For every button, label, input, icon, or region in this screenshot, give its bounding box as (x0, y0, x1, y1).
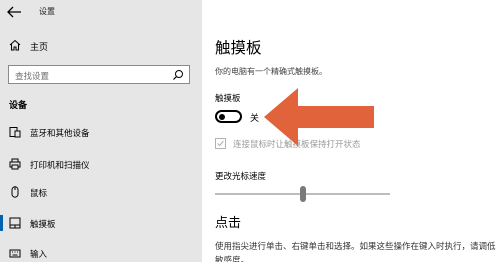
sidebar-item-label: 蓝牙和其他设备 (30, 129, 90, 139)
mouse-icon (11, 186, 19, 198)
sidebar-item-label: 触摸板 (30, 220, 56, 230)
search-input[interactable]: 查找设置 (8, 65, 190, 84)
click-section-description: 使用指尖进行单击、右键单击和选择。如果这些操作在键入时执行，请调低敏感度。 (215, 242, 496, 262)
search-icon[interactable] (172, 69, 184, 81)
sidebar-item-label: 输入 (30, 250, 48, 260)
sidebar-item-typing[interactable]: 输入 (0, 242, 202, 262)
page-subtitle: 你的电脑有一个精确式触摸板。 (215, 67, 327, 76)
keyboard-icon (9, 249, 21, 258)
sidebar-item-bluetooth[interactable]: 蓝牙和其他设备 (0, 121, 202, 143)
touchpad-icon (9, 217, 21, 229)
touchpad-toggle[interactable] (215, 110, 242, 123)
nav-home-label: 主页 (30, 43, 49, 53)
title-bar: 设置 (0, 0, 202, 24)
home-icon (9, 39, 21, 51)
sidebar-item-label: 鼠标 (30, 189, 48, 199)
cursor-speed-slider[interactable] (215, 186, 390, 202)
slider-thumb[interactable] (300, 186, 306, 202)
printer-icon (9, 158, 21, 170)
sidebar-item-touchpad[interactable]: 触摸板 (0, 212, 202, 234)
sidebar-item-printers[interactable]: 打印机和扫描仪 (0, 153, 202, 175)
search-placeholder: 查找设置 (15, 72, 50, 82)
keep-touchpad-on-checkbox[interactable] (215, 138, 226, 149)
section-title-devices: 设备 (9, 101, 28, 111)
touchpad-toggle-label: 触摸板 (215, 94, 241, 104)
sidebar-item-label: 打印机和扫描仪 (30, 161, 90, 171)
toggle-knob (219, 114, 225, 120)
sidebar: 设置 主页 查找设置 设备 蓝牙和其他设备 打印机和扫描仪 鼠标 触摸板 输入 (0, 0, 202, 262)
page-title: 触摸板 (215, 39, 262, 57)
bluetooth-devices-icon (9, 127, 21, 138)
back-arrow-icon[interactable] (6, 5, 22, 19)
click-section-header: 点击 (215, 216, 242, 231)
app-title: 设置 (39, 7, 55, 16)
sidebar-item-mouse[interactable]: 鼠标 (0, 181, 202, 203)
cursor-speed-label: 更改光标速度 (215, 172, 267, 182)
toggle-state-text: 关 (250, 114, 260, 124)
annotation-arrow-icon (264, 88, 374, 146)
nav-home[interactable]: 主页 (0, 36, 202, 56)
